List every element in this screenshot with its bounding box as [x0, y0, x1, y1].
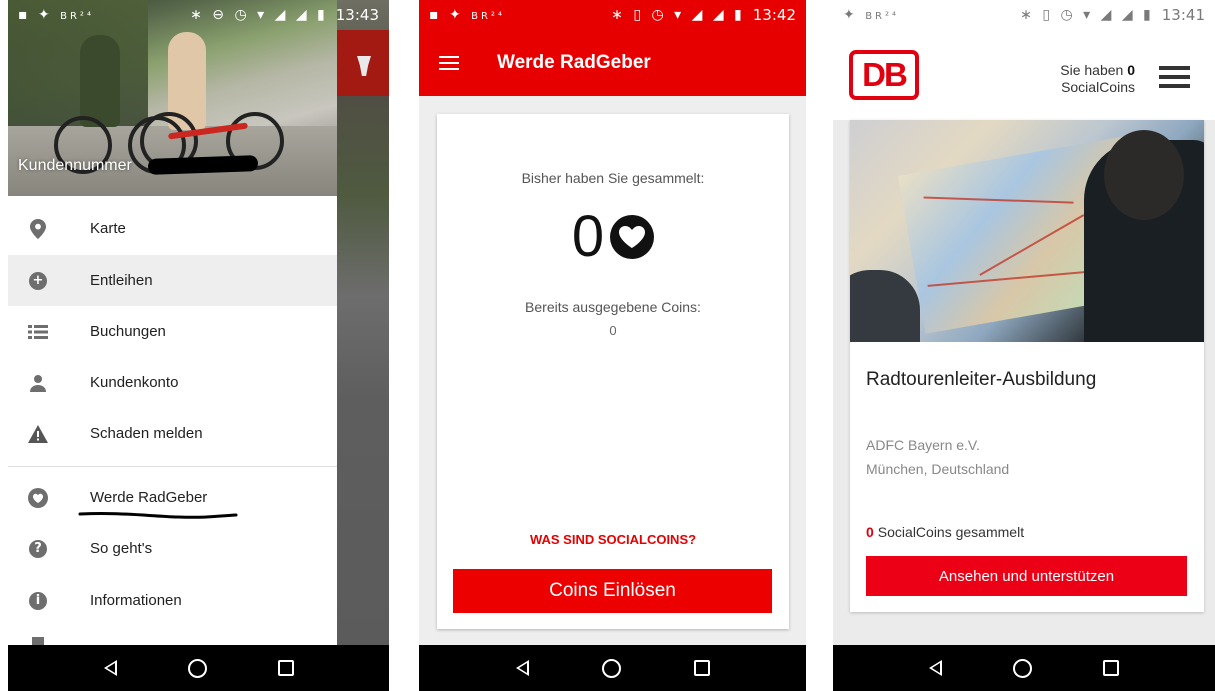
back-icon[interactable] [928, 660, 942, 676]
project-photo [850, 120, 1204, 342]
menu-item-schaden-melden[interactable]: Schaden melden [8, 408, 337, 459]
menu-item-entleihen[interactable]: + Entleihen [8, 255, 337, 306]
home-icon[interactable] [601, 658, 621, 678]
what-are-socialcoins-link[interactable]: WAS SIND SOCIALCOINS? [437, 532, 789, 547]
hamburger-menu-icon[interactable] [439, 56, 459, 70]
project-coins-text: SocialCoins gesammelt [877, 524, 1025, 540]
android-nav-bar [419, 645, 806, 691]
home-icon[interactable] [1012, 658, 1032, 678]
system-status-icons: ∗ ▯ ◷ ▾ ◢ ◢ ▮ [611, 7, 745, 23]
customer-number-label: Kundennummer [18, 157, 132, 174]
photo-map-road [979, 214, 1085, 276]
menu-item-buchungen[interactable]: Buchungen [8, 306, 337, 357]
system-status-icons: ∗ ▯ ◷ ▾ ◢ ◢ ▮ [1020, 7, 1154, 23]
recent-apps-icon[interactable] [693, 660, 710, 676]
project-coins-value: 0 [866, 524, 874, 540]
photo-map-road [927, 269, 1108, 287]
menu-item-informationen[interactable]: i Informationen [8, 575, 337, 626]
redeem-coins-button[interactable]: Coins Einlösen [453, 569, 772, 613]
project-card: Radtourenleiter-Ausbildung ADFC Bayern e… [850, 120, 1204, 612]
home-icon[interactable] [187, 658, 207, 678]
phone-drawer-screen: Kundennummer Karte + Entleihen Buchungen… [8, 0, 389, 691]
menu-item-so-gehts[interactable]: ? So geht's [8, 523, 337, 574]
warning-icon [28, 424, 48, 444]
menu-item-label: Buchungen [90, 323, 166, 340]
app-bar: Werde RadGeber [419, 30, 806, 96]
status-time: 13:43 [335, 6, 379, 24]
project-location: München, Deutschland [866, 461, 1010, 477]
view-and-support-button[interactable]: Ansehen und unterstützen [866, 556, 1187, 596]
photo-map-road [923, 196, 1074, 204]
person-icon [28, 373, 48, 393]
site-header: DB Sie haben 0 SocialCoins [833, 30, 1215, 120]
photo-person-left [850, 270, 920, 342]
menu-divider [8, 466, 337, 467]
db-logo[interactable]: DB [849, 50, 919, 100]
phone-db-screen: ✦ BR²⁴ ∗ ▯ ◷ ▾ ◢ ◢ ▮ 13:41 DB Sie haben … [833, 0, 1215, 691]
info-circle-icon: i [28, 591, 48, 611]
coin-count-row: 0 [437, 208, 789, 266]
status-time: 13:41 [1161, 6, 1205, 24]
android-nav-bar [8, 645, 389, 691]
system-status-icons: ∗ ⊖ ◷ ▾ ◢ ◢ ▮ [190, 7, 328, 23]
collected-label: Bisher haben Sie gesammelt: [521, 170, 705, 186]
menu-item-karte[interactable]: Karte [8, 203, 337, 254]
menu-item-label: Schaden melden [90, 425, 203, 442]
hamburger-menu-icon[interactable] [1159, 66, 1190, 88]
menu-item-label: Werde RadGeber [90, 489, 208, 506]
project-coins-collected: 0 SocialCoins gesammelt [866, 524, 1024, 540]
coins-balance-value: 0 [1127, 62, 1135, 78]
phone-radgeber-screen: ▪ ✦ BR²⁴ ∗ ▯ ◷ ▾ ◢ ◢ ▮ 13:42 Werde RadGe… [419, 0, 806, 691]
recent-apps-icon[interactable] [277, 660, 294, 676]
back-icon[interactable] [103, 660, 117, 676]
notification-icons: ✦ BR²⁴ [843, 7, 900, 23]
list-icon [28, 322, 48, 342]
collected-coin-count: 0 [571, 204, 605, 269]
notification-icons: ▪ ✦ BR²⁴ [18, 7, 94, 23]
menu-item-label: Karte [90, 220, 126, 237]
heart-circle-icon [28, 487, 48, 508]
coins-balance: Sie haben 0 SocialCoins [1060, 62, 1135, 96]
photo-person-head [1104, 130, 1184, 220]
page-title: Werde RadGeber [497, 52, 651, 73]
menu-item-kundenkonto[interactable]: Kundenkonto [8, 357, 337, 408]
menu-item-label: Informationen [90, 592, 182, 609]
heart-coin-icon [610, 215, 655, 259]
coins-suffix: SocialCoins [1061, 79, 1135, 95]
back-icon[interactable] [515, 660, 529, 676]
notification-icons: ▪ ✦ BR²⁴ [429, 7, 505, 23]
photo-person-right [1084, 130, 1204, 342]
header-photo-cyclist-left [80, 35, 120, 127]
project-organizer: ADFC Bayern e.V. [866, 437, 980, 453]
navigation-drawer: Kundennummer Karte + Entleihen Buchungen… [8, 0, 337, 645]
partial-menu-icon [32, 637, 44, 645]
android-nav-bar [833, 645, 1215, 691]
status-bar: ✦ BR²⁴ ∗ ▯ ◷ ▾ ◢ ◢ ▮ 13:41 [833, 0, 1215, 30]
coins-card: Bisher haben Sie gesammelt: 0 Bereits au… [437, 114, 789, 629]
project-title[interactable]: Radtourenleiter-Ausbildung [866, 369, 1096, 391]
map-pin-icon [28, 218, 48, 239]
help-circle-icon: ? [28, 539, 48, 559]
hand-drawn-underline [78, 511, 238, 519]
plus-circle-icon: + [28, 271, 48, 291]
menu-item-label: Kundenkonto [90, 374, 179, 391]
status-bar: ▪ ✦ BR²⁴ ∗ ▯ ◷ ▾ ◢ ◢ ▮ 13:42 [419, 0, 806, 30]
status-bar: ▪ ✦ BR²⁴ ∗ ⊖ ◷ ▾ ◢ ◢ ▮ 13:43 [8, 0, 389, 30]
status-time: 13:42 [752, 6, 796, 24]
spent-coin-count: 0 [609, 323, 617, 338]
coins-prefix: Sie haben [1060, 62, 1124, 78]
menu-item-label: Entleihen [90, 272, 153, 289]
spent-label: Bereits ausgegebene Coins: [525, 299, 701, 315]
menu-item-label: So geht's [90, 540, 153, 557]
recent-apps-icon[interactable] [1103, 660, 1120, 676]
